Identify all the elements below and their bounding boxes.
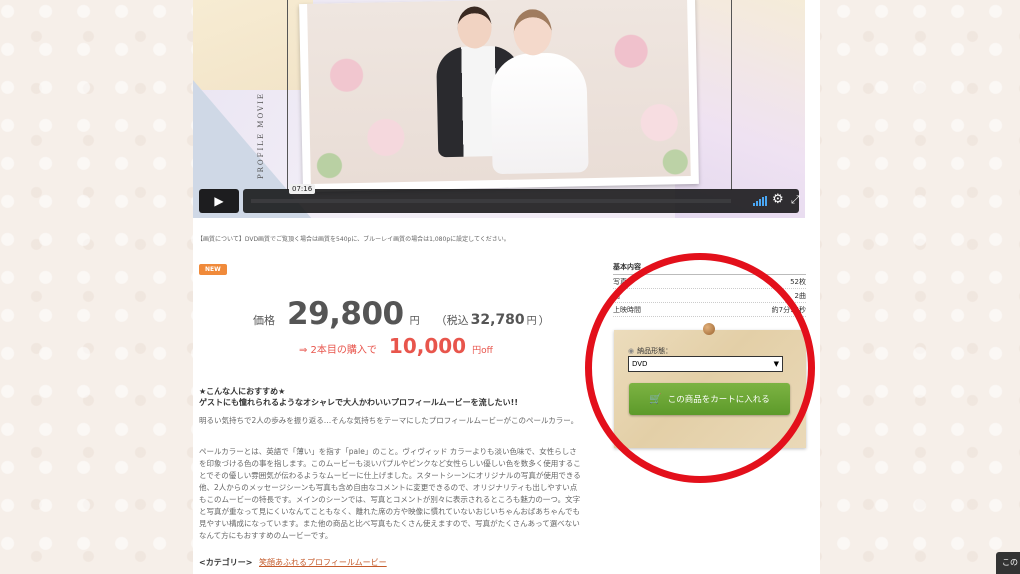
spec-row: 写真 52枚	[613, 275, 806, 289]
price-value: 29,800	[287, 296, 404, 332]
cart-icon: 🛒	[649, 393, 662, 405]
bullet-icon: ◉	[628, 347, 635, 355]
description-paragraph: 明るい気持ちで2人の歩みを振り返る…そんな気持ちをテーマにしたプロフィールムービ…	[199, 416, 579, 425]
recommend-line: ゲストにも憧れられるようなオシャレで大人かわいいプロフィールムービーを流したい!…	[199, 398, 518, 407]
video-player[interactable]: PROFILE MOVIE ▶ 07:16 ⚙ ⤢	[193, 0, 805, 218]
category-label: <カテゴリー>	[199, 558, 253, 567]
fullscreen-icon[interactable]: ⤢	[791, 193, 800, 207]
chevron-down-icon: ▼	[773, 360, 779, 368]
settings-icon[interactable]: ⚙	[772, 192, 784, 207]
spec-title: 基本内容	[613, 262, 806, 275]
tax-included-label: （税込	[435, 314, 469, 327]
progress-track[interactable]	[251, 199, 731, 203]
couple-photo	[299, 0, 699, 193]
discount-text: ⇒ 2本目の購入で	[299, 345, 377, 356]
play-button[interactable]: ▶	[199, 189, 239, 213]
video-bg-shape	[193, 0, 313, 90]
cart-panel: ◉ 納品形態： DVD ▼ 🛒 この商品をカートに入れる	[614, 323, 806, 448]
recommend-heading: ★こんな人におすすめ★ ゲストにも憧れられるようなオシャレで大人かわいいプロフィ…	[199, 386, 518, 408]
video-controls: ▶ 07:16 ⚙ ⤢	[199, 184, 800, 213]
second-purchase-discount: ⇒ 2本目の購入で 10,000 円off	[299, 334, 493, 358]
couple-photo-image	[307, 0, 691, 184]
quality-notice: 【画質について】DVD画質でご覧頂く場合は画質を540pに、ブルーレイ画質の場合…	[197, 236, 510, 243]
description-paragraph: ペールカラーとは、英語で「薄い」を指す「pale」のこと。ヴィヴィッド カラーよ…	[199, 447, 581, 540]
spec-row: 曲 2曲	[613, 289, 806, 303]
spec-value: 2曲	[794, 292, 806, 300]
time-tooltip: 07:16	[289, 184, 316, 194]
bride-figure	[490, 52, 589, 175]
select-value: DVD	[632, 360, 648, 368]
tax-included-unit: 円	[526, 316, 537, 327]
delivery-format-label: ◉ 納品形態：	[628, 346, 672, 356]
video-frame-line	[287, 0, 288, 190]
tax-included-price: 32,780	[470, 312, 525, 328]
tax-included-close: ）	[538, 314, 550, 327]
spec-table: 基本内容 写真 52枚 曲 2曲 上映時間 約7分16秒	[613, 262, 806, 317]
video-frame-line	[731, 0, 732, 190]
delivery-format-text: 納品形態：	[637, 347, 673, 355]
price-row: 価格 29,800 円 （税込 32,780 円 ）	[253, 296, 550, 332]
discount-unit: 円off	[472, 346, 493, 356]
delivery-format-select[interactable]: DVD ▼	[628, 356, 783, 372]
recommend-line: ★こんな人におすすめ★	[199, 387, 286, 396]
groom-face	[457, 6, 493, 49]
volume-icon[interactable]	[753, 196, 767, 206]
new-badge: NEW	[199, 264, 227, 275]
category-link[interactable]: 笑顔あふれるプロフィールムービー	[259, 557, 387, 568]
spec-label: 上映時間	[613, 306, 641, 314]
spec-value: 52枚	[790, 278, 806, 286]
corner-floating-button[interactable]: この	[996, 552, 1020, 574]
price-unit: 円	[409, 316, 420, 327]
bride-face	[513, 8, 553, 56]
spec-label: 曲	[613, 292, 620, 300]
add-to-cart-button[interactable]: 🛒 この商品をカートに入れる	[629, 383, 790, 415]
video-vertical-title: PROFILE MOVIE	[257, 92, 265, 180]
pushpin-icon	[703, 323, 715, 335]
price-label: 価格	[253, 314, 275, 327]
spec-row: 上映時間 約7分16秒	[613, 303, 806, 317]
discount-value: 10,000	[388, 334, 467, 358]
add-to-cart-label: この商品をカートに入れる	[667, 395, 770, 405]
play-icon: ▶	[214, 194, 224, 208]
spec-label: 写真	[613, 278, 627, 286]
product-page: PROFILE MOVIE ▶ 07:16 ⚙ ⤢ 【画質について】DVD画質で…	[193, 0, 820, 574]
spec-value: 約7分16秒	[771, 306, 806, 314]
progress-bar[interactable]: 07:16 ⚙ ⤢	[243, 184, 800, 213]
